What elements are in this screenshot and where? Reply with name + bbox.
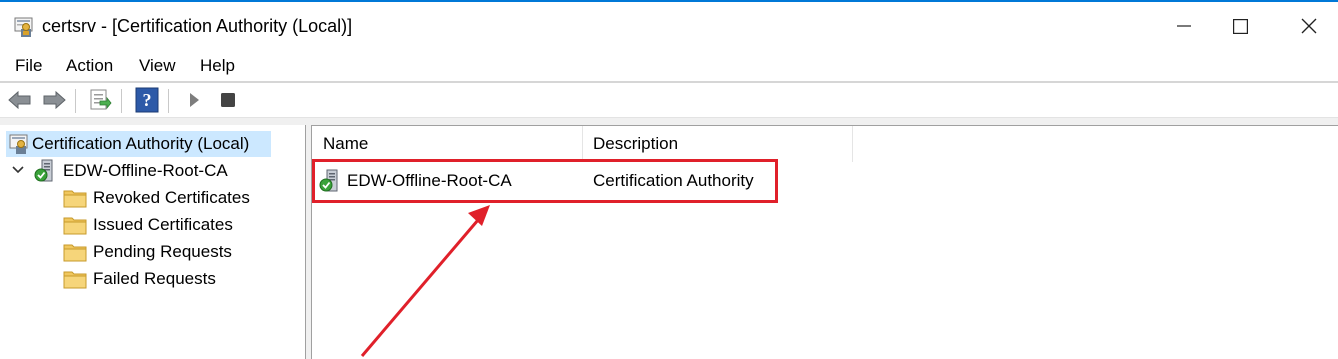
help-button[interactable]: ? xyxy=(133,86,161,114)
tree-item-root[interactable]: Certification Authority (Local) xyxy=(8,132,249,156)
pane-splitter[interactable] xyxy=(305,125,312,359)
forward-arrow-icon xyxy=(43,90,66,110)
certsrv-icon xyxy=(8,132,32,156)
tree-item-revoked-certificates[interactable]: Revoked Certificates xyxy=(63,186,250,210)
chevron-down-icon[interactable] xyxy=(11,163,25,177)
tree-item-label: Issued Certificates xyxy=(93,215,233,234)
stop-service-button[interactable] xyxy=(214,86,242,114)
forward-button[interactable] xyxy=(40,86,68,114)
folder-icon xyxy=(63,240,87,264)
stop-service-icon xyxy=(221,93,235,107)
ca-server-icon xyxy=(33,159,57,183)
close-icon xyxy=(1301,18,1317,34)
maximize-button[interactable] xyxy=(1211,4,1269,48)
window-title: certsrv - [Certification Authority (Loca… xyxy=(42,16,353,36)
back-button[interactable] xyxy=(6,86,34,114)
title-bar[interactable]: certsrv - [Certification Authority (Loca… xyxy=(0,2,1338,48)
tree-item-pending-requests[interactable]: Pending Requests xyxy=(63,240,232,264)
tree-item-label: Pending Requests xyxy=(93,242,232,261)
minimize-button[interactable] xyxy=(1155,4,1213,48)
tree-item-label: Failed Requests xyxy=(93,269,216,288)
certsrv-icon xyxy=(13,15,37,39)
tree-item-failed-requests[interactable]: Failed Requests xyxy=(63,267,216,291)
menu-file[interactable]: File xyxy=(15,56,42,76)
tree-item-label: Certification Authority (Local) xyxy=(32,134,250,153)
maximize-icon xyxy=(1232,18,1248,34)
menu-help[interactable]: Help xyxy=(200,56,235,76)
menu-bar: File Action View Help xyxy=(0,50,1338,80)
start-service-icon xyxy=(190,93,199,107)
tree-item-label: EDW-Offline-Root-CA xyxy=(63,161,228,180)
back-arrow-icon xyxy=(8,90,31,110)
menu-view[interactable]: View xyxy=(139,56,176,76)
tree-item-ca[interactable]: EDW-Offline-Root-CA xyxy=(33,159,228,183)
export-list-icon xyxy=(90,89,112,110)
close-button[interactable] xyxy=(1280,4,1338,48)
column-header-name[interactable]: Name xyxy=(312,126,583,162)
column-header-description[interactable]: Description xyxy=(583,126,853,162)
export-list-button[interactable] xyxy=(86,86,114,114)
start-service-button[interactable] xyxy=(180,86,208,114)
console-tree: Certification Authority (Local) EDW-Offl… xyxy=(0,125,305,359)
toolbar-separator xyxy=(121,89,122,113)
folder-icon xyxy=(63,186,87,210)
annotation-highlight-box xyxy=(312,159,778,203)
tree-item-issued-certificates[interactable]: Issued Certificates xyxy=(63,213,233,237)
toolbar: ? xyxy=(0,83,1338,117)
menu-action[interactable]: Action xyxy=(66,56,113,76)
help-icon: ? xyxy=(135,87,159,113)
folder-icon xyxy=(63,213,87,237)
toolbar-separator xyxy=(75,89,76,113)
toolbar-separator xyxy=(168,89,169,113)
folder-icon xyxy=(63,267,87,291)
tree-item-label: Revoked Certificates xyxy=(93,188,250,207)
svg-text:?: ? xyxy=(143,90,152,110)
details-list: Name Description EDW-Offline-Root-CA Cer… xyxy=(312,125,1338,359)
minimize-icon xyxy=(1177,25,1191,27)
